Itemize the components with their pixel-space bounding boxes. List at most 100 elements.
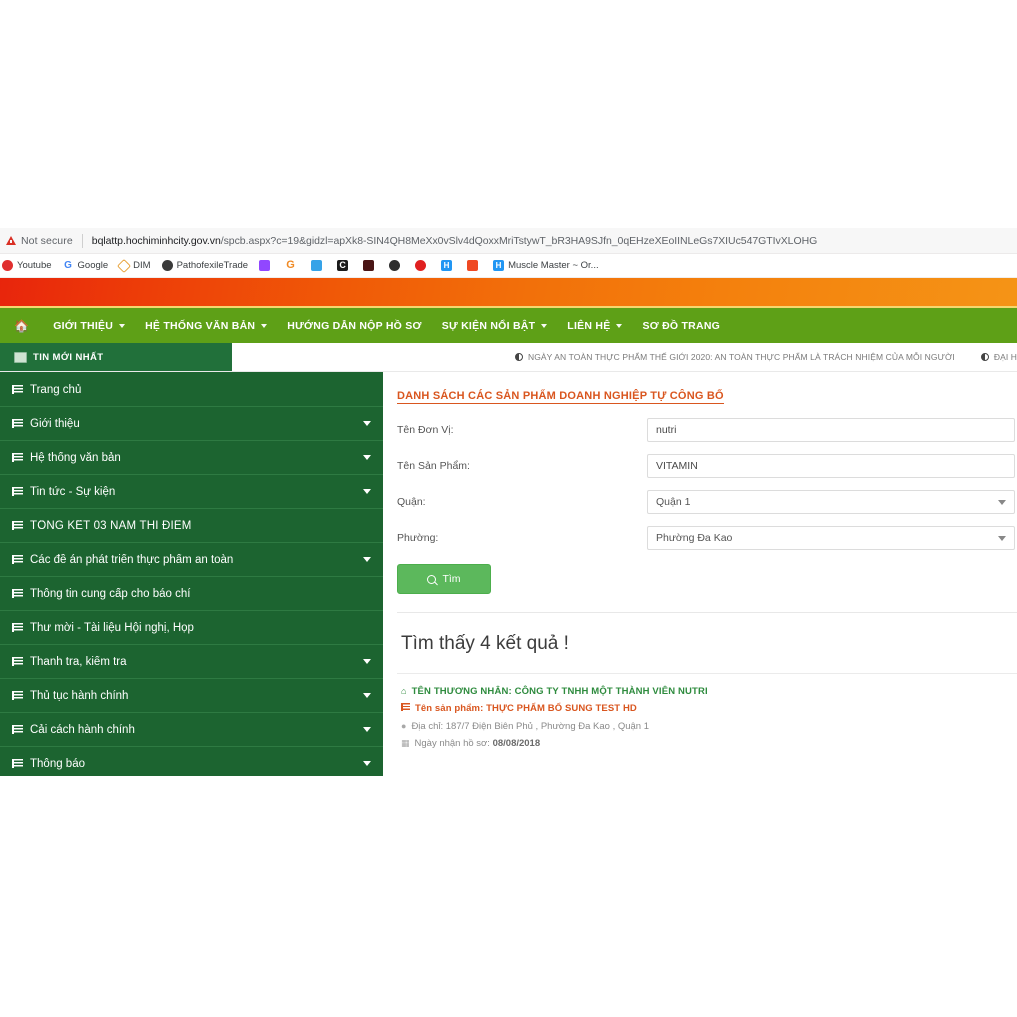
phuong-select[interactable]: Phường Đa Kao: [647, 526, 1015, 550]
url-text: bqlattp.hochiminhcity.gov.vn/spcb.aspx?c…: [92, 235, 817, 247]
bookmark-item[interactable]: [415, 260, 430, 271]
sidebar-item-he-thong-van-ban[interactable]: Hệ thống văn bản: [0, 441, 383, 475]
bullet-icon: [981, 353, 989, 361]
ticker-item[interactable]: NGÀY AN TOÀN THỰC PHẨM THẾ GIỚI 2020: AN…: [515, 352, 955, 362]
bookmarks-bar[interactable]: Youtube GGoogle DIM PathofexileTrade G C…: [0, 254, 1017, 278]
list-icon: [12, 453, 23, 462]
nav-item-so-do-trang[interactable]: SƠ ĐỒ TRANG: [642, 320, 720, 332]
ten-san-pham-input[interactable]: [647, 454, 1015, 478]
nav-label: HỆ THỐNG VĂN BẢN: [145, 320, 255, 332]
not-secure-label: Not secure: [21, 235, 73, 247]
sidebar-item-tong-ket-03-nam[interactable]: TỔNG KẾT 03 NĂM THÍ ĐIỂM: [0, 509, 383, 543]
bookmark-label: PathofexileTrade: [177, 260, 248, 271]
ticker-items: NGÀY AN TOÀN THỰC PHẨM THẾ GIỚI 2020: AN…: [232, 343, 1017, 371]
bookmark-item[interactable]: [259, 260, 274, 271]
address-bar[interactable]: Not secure bqlattp.hochiminhcity.gov.vn/…: [0, 228, 1017, 254]
bookmark-item[interactable]: H: [441, 260, 456, 271]
bookmark-item[interactable]: [363, 260, 378, 271]
nav-item-lien-he[interactable]: LIÊN HỆ: [567, 320, 622, 332]
bookmark-item[interactable]: G: [285, 260, 300, 271]
list-icon: [12, 725, 23, 734]
page-title: DANH SÁCH CÁC SẢN PHẨM DOANH NGHIỆP TỰ C…: [397, 390, 724, 404]
sidebar-item-trang-chu[interactable]: Trang chủ: [0, 373, 383, 407]
bookmark-item[interactable]: GGoogle: [63, 260, 109, 271]
bookmark-item[interactable]: [389, 260, 404, 271]
chevron-down-icon: [363, 421, 371, 426]
bookmark-item[interactable]: C: [337, 260, 352, 271]
h-blue-icon: H: [441, 260, 452, 271]
result-address: ● Địa chỉ: 187/7 Điện Biên Phủ , Phường …: [401, 721, 1017, 732]
sidebar-item-label: TỔNG KẾT 03 NĂM THÍ ĐIỂM: [30, 520, 371, 532]
search-button-label: Tìm: [442, 573, 460, 585]
result-item[interactable]: ⌂ TÊN THƯƠNG NHÂN: CÔNG TY TNHH MỘT THÀN…: [397, 686, 1017, 749]
nav-item-gioi-thieu[interactable]: GIỚI THIỆU: [53, 320, 125, 332]
nav-label: HƯỚNG DẪN NỘP HỒ SƠ: [287, 320, 421, 332]
dark-book-icon: [363, 260, 374, 271]
results-heading: Tìm thấy 4 kết quả !: [401, 633, 1017, 655]
sidebar-item-gioi-thieu[interactable]: Giới thiệu: [0, 407, 383, 441]
ticker-item[interactable]: ĐẠI H: [981, 352, 1017, 362]
nav-item-su-kien-noi-bat[interactable]: SỰ KIỆN NỔI BẬT: [442, 320, 548, 332]
sidebar-menu[interactable]: Trang chủ Giới thiệu Hệ thống văn bản Ti…: [0, 372, 383, 776]
sidebar-item-thanh-tra[interactable]: Thanh tra, kiểm tra: [0, 645, 383, 679]
chevron-down-icon: [363, 455, 371, 460]
nav-item-home[interactable]: 🏠: [14, 319, 33, 333]
list-icon: [12, 623, 23, 632]
chevron-down-icon: [363, 659, 371, 664]
form-row-quan: Quận: Quận 1: [397, 490, 1017, 514]
sidebar-item-cai-cach-hanh-chinh[interactable]: Cải cách hành chính: [0, 713, 383, 747]
result-address-value: 187/7 Điện Biên Phủ , Phường Đa Kao , Qu…: [446, 721, 649, 732]
news-icon: [14, 352, 27, 363]
sidebar-item-label: Giới thiệu: [30, 418, 363, 430]
result-date: ▦ Ngày nhận hồ sơ: 08/08/2018: [401, 738, 1017, 749]
sidebar-item-thong-tin-bao-chi[interactable]: Thông tin cung cấp cho báo chí: [0, 577, 383, 611]
list-icon: [12, 385, 23, 394]
quan-selected-value: Quận 1: [656, 496, 690, 508]
sidebar-item-cac-de-an[interactable]: Các đề án phát triển thực phẩm an toàn: [0, 543, 383, 577]
chevron-down-icon: [363, 489, 371, 494]
site-banner: [0, 278, 1017, 308]
sidebar-item-thu-moi[interactable]: Thư mời - Tài liệu Hội nghị, Họp: [0, 611, 383, 645]
sidebar-item-tin-tuc-su-kien[interactable]: Tin tức - Sự kiện: [0, 475, 383, 509]
chevron-down-icon: [363, 557, 371, 562]
label-ten-san-pham: Tên Sản Phẩm:: [397, 460, 647, 472]
result-merchant-label: TÊN THƯƠNG NHÂN:: [412, 686, 512, 697]
url-path: /spcb.aspx?c=19&gidzl=apXk8-SIN4QH8MeXx0…: [221, 235, 817, 247]
label-phuong: Phường:: [397, 532, 647, 544]
result-product: Tên sản phẩm: THỰC PHẨM BỔ SUNG TEST HD: [401, 703, 1017, 714]
nav-label: SƠ ĐỒ TRANG: [642, 320, 720, 332]
sidebar-item-label: Thủ tục hành chính: [30, 690, 363, 702]
twitch-icon: [259, 260, 270, 271]
form-row-phuong: Phường: Phường Đa Kao: [397, 526, 1017, 550]
ticker-badge: TIN MỚI NHẤT: [0, 343, 232, 371]
nav-item-huong-dan-nop-ho-so[interactable]: HƯỚNG DẪN NỘP HỒ SƠ: [287, 320, 421, 332]
sidebar-item-label: Thư mời - Tài liệu Hội nghị, Họp: [30, 622, 371, 634]
bookmark-item[interactable]: PathofexileTrade: [162, 260, 248, 271]
chevron-down-icon: [616, 324, 622, 328]
bookmark-label: DIM: [133, 260, 150, 271]
chevron-down-icon: [998, 500, 1006, 505]
result-date-label: Ngày nhận hồ sơ:: [415, 738, 490, 749]
sidebar-item-thu-tuc-hanh-chinh[interactable]: Thủ tục hành chính: [0, 679, 383, 713]
ten-don-vi-input[interactable]: [647, 418, 1015, 442]
google-g-icon: G: [285, 260, 296, 271]
site-nav[interactable]: 🏠 GIỚI THIỆU HỆ THỐNG VĂN BẢN HƯỚNG DẪN …: [0, 308, 1017, 343]
bookmark-item[interactable]: DIM: [119, 260, 150, 271]
bookmark-item[interactable]: HMuscle Master ~ Or...: [493, 260, 599, 271]
nav-item-he-thong-van-ban[interactable]: HỆ THỐNG VĂN BẢN: [145, 320, 267, 332]
bookmark-item[interactable]: [311, 260, 326, 271]
chevron-down-icon: [119, 324, 125, 328]
sidebar-item-label: Các đề án phát triển thực phẩm an toàn: [30, 554, 363, 566]
search-button[interactable]: Tìm: [397, 564, 491, 594]
bookmark-item[interactable]: Youtube: [2, 260, 52, 271]
bookmark-item[interactable]: [467, 260, 482, 271]
quan-select[interactable]: Quận 1: [647, 490, 1015, 514]
bullet-icon: [515, 353, 523, 361]
result-merchant-value: CÔNG TY TNHH MỘT THÀNH VIÊN NUTRI: [515, 686, 708, 697]
list-icon: [12, 521, 23, 530]
sidebar-item-thong-bao[interactable]: Thông báo: [0, 747, 383, 776]
chevron-down-icon: [363, 727, 371, 732]
list-icon: [12, 691, 23, 700]
chevron-down-icon: [363, 693, 371, 698]
sidebar-item-label: Thanh tra, kiểm tra: [30, 656, 363, 668]
